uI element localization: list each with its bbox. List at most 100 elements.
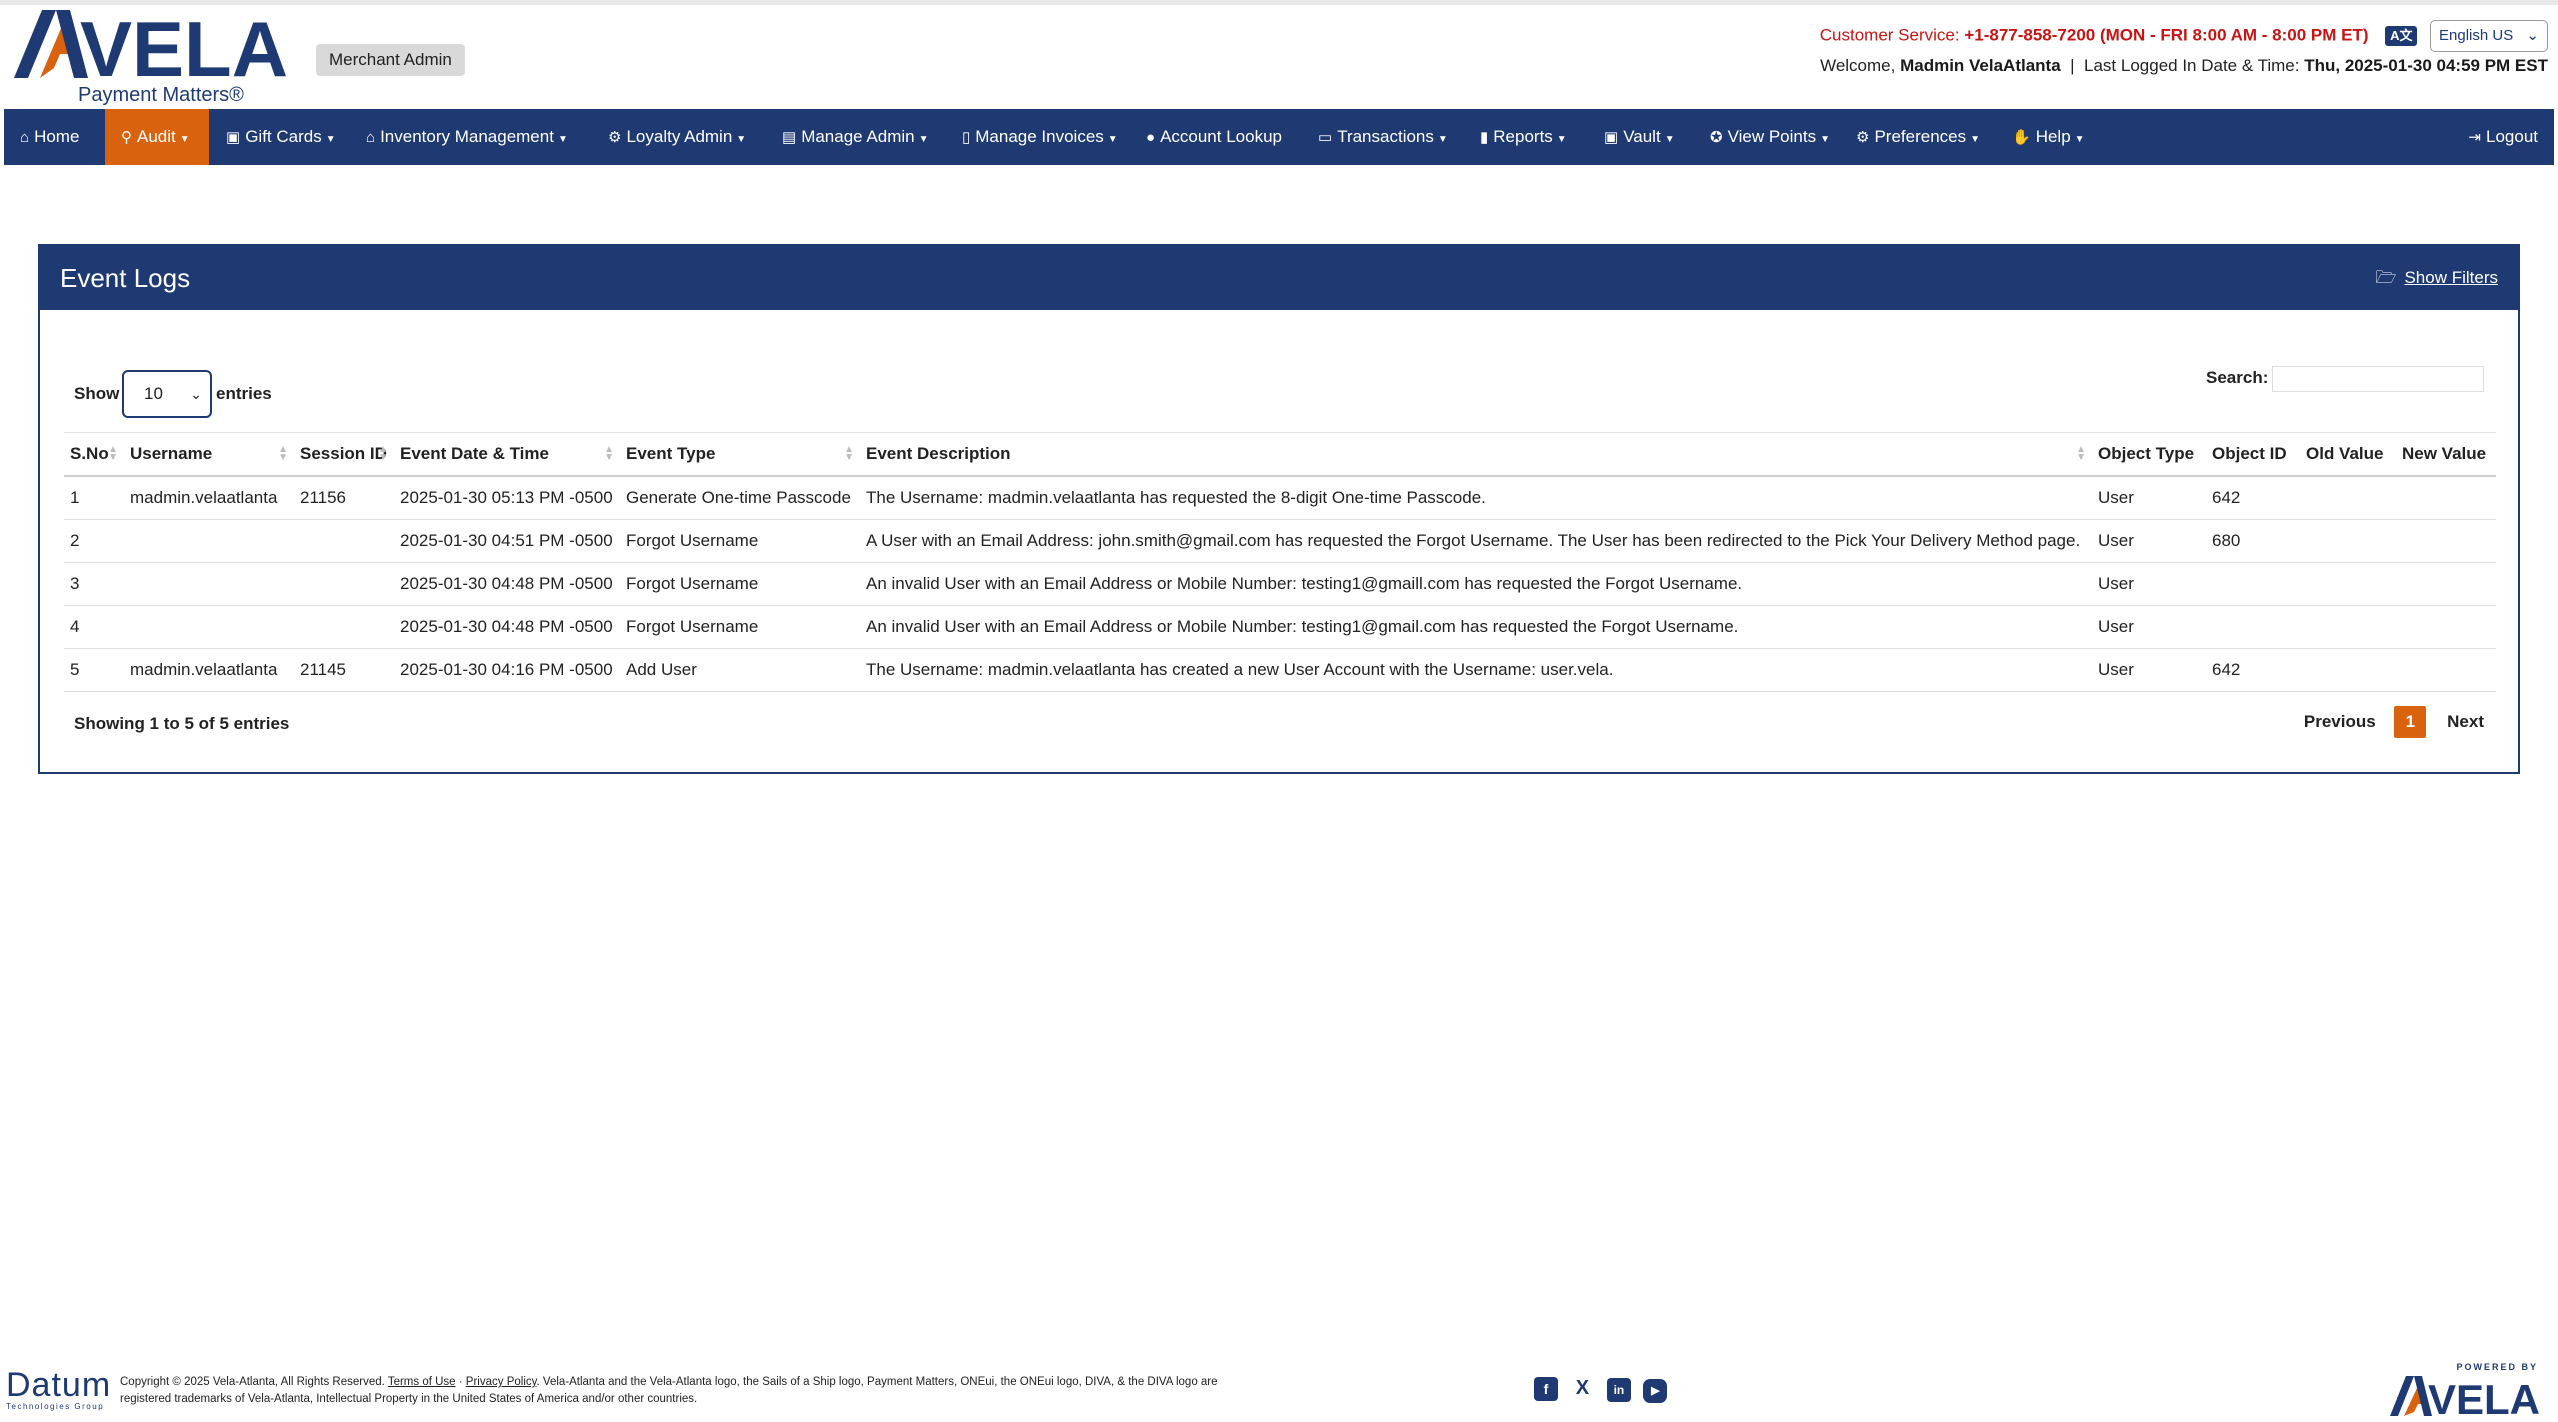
privacy-policy-link[interactable]: Privacy Policy [466, 1376, 537, 1388]
nav-home[interactable]: ⌂ Home [20, 109, 79, 165]
customer-service-phone: +1-877-858-7200 (MON - FRI 8:00 AM - 8:0… [1964, 25, 2369, 45]
nav-inventory-management[interactable]: ⌂ Inventory Management ▼ [366, 109, 568, 165]
nav-preferences[interactable]: ⚙ Preferences ▼ [1856, 109, 1980, 165]
event-log-table: S.No ▲ ▼ Username ▲ ▼ Session ID ▲ ▼ Event Dat… [64, 432, 2496, 692]
column-header-event-type[interactable]: Event Type ▲ ▼ [620, 432, 860, 477]
show-filters-link[interactable]: 🗁 Show Filters [2375, 246, 2498, 310]
column-header-sno[interactable]: S.No ▲ ▼ [64, 432, 124, 477]
cell-username [124, 562, 294, 606]
column-header-label: Event Description [866, 444, 1011, 463]
language-select[interactable]: English US ⌄ [2430, 20, 2548, 52]
logout-label: Logout [2486, 127, 2538, 146]
nav-view-points[interactable]: ✪ View Points ▼ [1710, 109, 1830, 165]
cell-object-type: User [2092, 519, 2206, 563]
column-header-label: Object ID [2212, 444, 2287, 463]
nav-transactions[interactable]: ▭ Transactions ▼ [1318, 109, 1448, 165]
nav-audit[interactable]: ⚲ Audit ▼ [105, 109, 209, 165]
nav-help-label: Help [2035, 127, 2071, 146]
logo-text: VELA [80, 6, 288, 86]
cell-object-id: 680 [2206, 519, 2300, 563]
cell-session-id: 21145 [294, 648, 394, 692]
cell-event-type: Generate One-time Passcode [620, 476, 860, 520]
facebook-icon[interactable]: f [1534, 1377, 1558, 1401]
language-value: English US [2439, 27, 2514, 44]
nav-vault-label: Vault [1623, 127, 1661, 146]
cell-sno: 2 [64, 519, 124, 563]
merchant-admin-badge: Merchant Admin [316, 44, 465, 76]
column-header-old-value[interactable]: Old Value [2300, 432, 2396, 477]
cell-username: madmin.velaatlanta [124, 648, 294, 692]
powered-logo-text: VELA [2428, 1376, 2540, 1418]
cell-object-type: User [2092, 562, 2206, 606]
nav-reports[interactable]: ▮ Reports ▼ [1480, 109, 1567, 165]
youtube-icon[interactable]: ▶ [1643, 1379, 1668, 1403]
cell-sno: 3 [64, 562, 124, 606]
column-header-new-value[interactable]: New Value [2396, 432, 2496, 477]
cell-event-type: Add User [620, 648, 860, 692]
nav-help[interactable]: ✋ Help ▼ [2012, 109, 2085, 165]
cell-event-description: The Username: madmin.velaatlanta has req… [860, 476, 2092, 520]
nav-invoices-label: Manage Invoices [975, 127, 1104, 146]
welcome-label: Welcome, [1820, 56, 1896, 75]
column-header-label: Object Type [2098, 444, 2195, 463]
nav-manage-admin[interactable]: ▤ Manage Admin ▼ [782, 109, 929, 165]
datum-logo[interactable]: Datum Technologies Group [6, 1368, 111, 1411]
table-row: 5 madmin.velaatlanta 21145 2025-01-30 04… [64, 648, 2496, 692]
cell-object-id: 642 [2206, 648, 2300, 692]
table-row: 3 2025-01-30 04:48 PM -0500 Forgot Usern… [64, 562, 2496, 606]
money-icon: ▭ [1318, 129, 1333, 146]
column-header-event-date-time[interactable]: Event Date & Time ▲ ▼ [394, 432, 620, 477]
event-logs-panel: Event Logs 🗁 Show Filters Show 10 ⌄ entrie… [38, 244, 2520, 774]
invoice-icon: ▯ [962, 129, 971, 146]
page-size-select[interactable]: 10 ⌄ [122, 370, 212, 418]
lifebuoy-icon: ✋ [2012, 129, 2031, 146]
cell-username [124, 519, 294, 563]
column-header-username[interactable]: Username ▲ ▼ [124, 432, 294, 477]
user-name: Madmin VelaAtlanta [1900, 56, 2061, 75]
building-icon: ▤ [782, 129, 797, 146]
current-page-button[interactable]: 1 [2394, 706, 2427, 738]
caret-down-icon: ▼ [1556, 134, 1567, 145]
header-separator: | [2070, 56, 2075, 75]
nav-transactions-label: Transactions [1337, 127, 1434, 146]
nav-account-lookup[interactable]: ● Account Lookup [1146, 109, 1282, 165]
table-row: 1 madmin.velaatlanta 21156 2025-01-30 05… [64, 476, 2496, 520]
previous-page-button[interactable]: Previous [2304, 712, 2376, 732]
cell-old-value [2300, 519, 2396, 563]
search-input[interactable] [2272, 366, 2484, 392]
nav-manage-invoices[interactable]: ▯ Manage Invoices ▼ [962, 109, 1118, 165]
show-label: Show [74, 384, 120, 403]
sort-icon: ▲ ▼ [844, 444, 854, 463]
column-header-object-id[interactable]: Object ID [2206, 432, 2300, 477]
chevron-down-icon: ⌄ [190, 386, 202, 402]
nav-loyalty-admin[interactable]: ⚙ Loyalty Admin ▼ [608, 109, 746, 165]
column-header-label: Old Value [2306, 444, 2384, 463]
nav-gift-cards[interactable]: ▣ Gift Cards ▼ [226, 109, 336, 165]
x-twitter-icon[interactable]: X [1570, 1376, 1595, 1400]
caret-down-icon: ▼ [1664, 134, 1675, 145]
logout-icon: ⇥ [2468, 129, 2481, 146]
cell-session-id [294, 519, 394, 563]
terms-of-use-link[interactable]: Terms of Use [388, 1376, 456, 1388]
vela-logo[interactable]: VELA Payment Matters® [10, 6, 295, 108]
caret-down-icon: ▼ [918, 134, 929, 145]
customer-service-label: Customer Service: [1819, 25, 1960, 45]
column-header-event-description[interactable]: Event Description ▲ ▼ [860, 432, 2092, 477]
nav-view-points-label: View Points [1727, 127, 1817, 146]
caret-down-icon: ▼ [325, 134, 336, 145]
caret-down-icon: ▼ [1107, 134, 1118, 145]
nav-vault[interactable]: ▣ Vault ▼ [1604, 109, 1675, 165]
gear-icon: ⚙ [1856, 129, 1870, 146]
main-nav: ⌂ Home ⚲ Audit ▼ ▣ Gift Cards ▼ ⌂ Inventory Ma… [4, 109, 2554, 165]
next-page-button[interactable]: Next [2447, 712, 2484, 732]
vault-icon: ▣ [1604, 129, 1619, 146]
cell-username [124, 605, 294, 649]
show-filters-label: Show Filters [2404, 268, 2498, 287]
column-header-object-type[interactable]: Object Type [2092, 432, 2206, 477]
logout-button[interactable]: ⇥ Logout [2468, 109, 2538, 165]
column-header-session-id[interactable]: Session ID ▲ ▼ [294, 432, 394, 477]
gift-icon: ▣ [226, 129, 241, 146]
linkedin-icon[interactable]: in [1606, 1378, 1631, 1402]
column-header-label: Event Date & Time [400, 444, 549, 463]
sort-icon: ▲ ▼ [278, 444, 288, 463]
